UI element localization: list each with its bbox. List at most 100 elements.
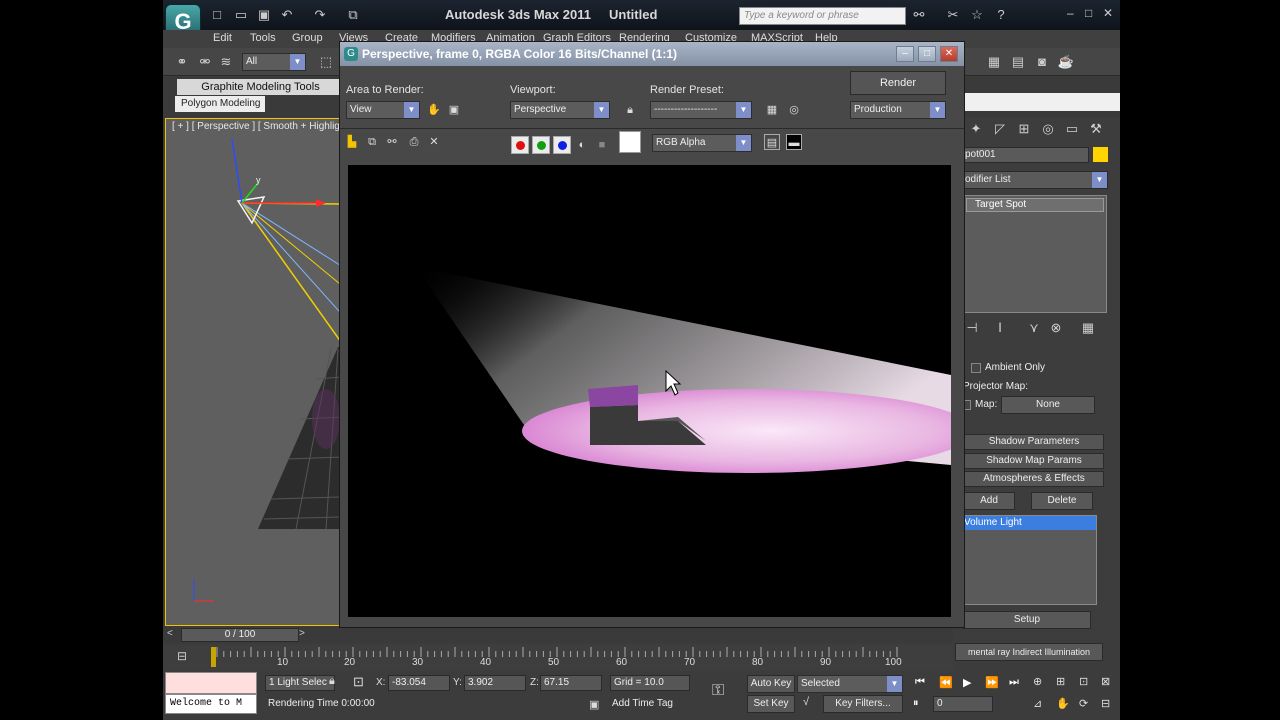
new-icon[interactable]: □ (209, 7, 225, 23)
z-coordinate[interactable]: 67.15 (540, 675, 602, 691)
previous-frame-icon[interactable]: ⏪ (939, 676, 953, 689)
environment-effects-icon[interactable]: ◎ (786, 102, 802, 118)
toggle-ui-icon[interactable]: ▬ (786, 134, 802, 150)
save-image-icon[interactable]: ▙ (344, 134, 360, 150)
perspective-viewport[interactable]: [ + ] [ Perspective ] [ Smooth + Highlig… (165, 118, 341, 626)
project-icon[interactable]: ⧉ (345, 7, 361, 23)
open-icon[interactable]: ▭ (233, 7, 249, 23)
current-frame-field[interactable]: 0 (933, 696, 993, 712)
unlink-icon[interactable]: ⚮ (196, 53, 214, 71)
render-preset-dropdown[interactable]: ------------------- ▼ (650, 101, 752, 119)
filmstrip-icon[interactable]: ⊟ (177, 649, 187, 663)
show-end-result-icon[interactable]: Ⅰ (991, 319, 1009, 337)
utilities-tab-icon[interactable]: ⚒ (1087, 120, 1105, 138)
maximize-icon[interactable]: □ (1085, 6, 1092, 20)
next-frame-icon[interactable]: ⏩ (985, 676, 999, 689)
absolute-mode-icon[interactable]: ⊡ (353, 674, 364, 690)
help-icon[interactable]: ? (993, 7, 1009, 23)
zoom-icon[interactable]: ⊕ (1033, 675, 1042, 688)
lock-viewport-icon[interactable]: 🔒︎ (622, 102, 638, 118)
orbit-icon[interactable]: ⟳ (1079, 697, 1088, 710)
key-filters-button[interactable]: Key Filters... (823, 695, 903, 713)
render-setup-icon[interactable]: ▦ (985, 53, 1003, 71)
auto-region-icon[interactable]: ▣ (446, 102, 462, 118)
display-channel-dropdown[interactable]: RGB Alpha ▼ (652, 134, 752, 152)
next-frame-icon[interactable]: > (299, 628, 305, 639)
render-maximize-icon[interactable]: □ (918, 46, 936, 62)
copy-image-icon[interactable]: ⧉ (364, 134, 380, 150)
play-icon[interactable]: ▶ (963, 676, 971, 689)
zoom-extents-icon[interactable]: ⊡ (1079, 675, 1088, 688)
render-button[interactable]: Render (850, 71, 946, 95)
stack-item-target-spot[interactable]: Target Spot (966, 198, 1104, 212)
clear-icon[interactable]: ✕ (426, 134, 442, 150)
close-icon[interactable]: ✕ (1103, 6, 1113, 20)
render-setup-icon[interactable]: ▦ (764, 102, 780, 118)
time-slider-thumb[interactable]: 0 / 100 (181, 628, 299, 642)
time-tag-icon[interactable]: ▣ (589, 698, 599, 711)
remove-modifier-icon[interactable]: ⊗ (1047, 319, 1065, 337)
maxscript-listener-pink[interactable] (165, 672, 257, 694)
monochrome-icon[interactable]: ■ (594, 137, 610, 153)
link-icon[interactable]: ⚭ (173, 53, 191, 71)
add-button[interactable]: Add (963, 492, 1015, 510)
key-selection-dropdown[interactable]: Selected ▼ (797, 675, 903, 693)
maximize-viewport-icon[interactable]: ⊟ (1101, 697, 1110, 710)
redo-icon[interactable]: ↷ (312, 7, 328, 23)
key-icon[interactable]: ⚿ (712, 682, 724, 700)
maxscript-listener-white[interactable]: Welcome to M (165, 694, 257, 714)
render-close-icon[interactable]: ✕ (940, 46, 958, 62)
tools-icon[interactable]: ✂ (945, 7, 961, 23)
modifier-list-dropdown[interactable]: odifier List ▼ (961, 171, 1108, 189)
edit-region-icon[interactable]: ✋ (426, 102, 442, 118)
search-input[interactable]: Type a keyword or phrase (739, 7, 906, 25)
create-tab-icon[interactable]: ✦ (967, 120, 985, 138)
menu-edit[interactable]: Edit (213, 32, 232, 44)
list-item-volume-light[interactable]: Volume Light (962, 516, 1096, 530)
rollout-atmospheres-effects[interactable]: Atmospheres & Effects (964, 471, 1104, 487)
object-name-field[interactable]: pot001 (961, 147, 1089, 163)
time-slider[interactable]: < 0 / 100 > (163, 627, 953, 643)
lock-icon[interactable]: 🔒︎ (329, 675, 335, 688)
red-channel-toggle[interactable] (511, 136, 529, 154)
delete-button[interactable]: Delete (1031, 492, 1093, 510)
object-color-swatch[interactable] (1093, 147, 1108, 162)
key-mode-toggle-icon[interactable]: ⏸ (913, 697, 919, 710)
rollout-shadow-map-params[interactable]: Shadow Map Params (964, 453, 1104, 469)
set-key-button[interactable]: Set Key (747, 695, 795, 713)
undo-icon[interactable]: ↶ (279, 7, 295, 23)
go-to-start-icon[interactable]: ⏮ (915, 676, 925, 689)
print-image-icon[interactable]: ⎙ (406, 134, 422, 150)
render-production-icon[interactable]: ◙ (1033, 53, 1051, 71)
track-bar[interactable]: ⊟ 10 20 30 40 50 60 70 80 90 100 (163, 645, 953, 671)
add-time-tag[interactable]: Add Time Tag (609, 697, 689, 713)
y-coordinate[interactable]: 3.902 (464, 675, 526, 691)
viewport-dropdown[interactable]: Perspective ▼ (510, 101, 610, 119)
green-channel-toggle[interactable] (532, 136, 550, 154)
blue-channel-toggle[interactable] (553, 136, 571, 154)
bind-spacewarp-icon[interactable]: ≋ (217, 53, 235, 71)
clone-frame-icon[interactable]: ⚯ (384, 134, 400, 150)
select-object-icon[interactable]: ⬚ (317, 53, 335, 71)
star-icon[interactable]: ☆ (969, 7, 985, 23)
setup-button[interactable]: Setup (963, 611, 1091, 629)
color-swatch[interactable] (619, 131, 641, 153)
make-unique-icon[interactable]: ⋎ (1025, 319, 1043, 337)
area-to-render-dropdown[interactable]: View ▼ (346, 101, 420, 119)
pan-icon[interactable]: ✋ (1056, 697, 1070, 710)
prev-frame-icon[interactable]: < (167, 628, 173, 639)
field-of-view-icon[interactable]: ⊿ (1033, 697, 1042, 710)
tab-graphite-modeling-tools[interactable]: Graphite Modeling Tools (177, 79, 344, 95)
selection-filter-dropdown[interactable]: All ▼ (242, 53, 306, 71)
display-tab-icon[interactable]: ▭ (1063, 120, 1081, 138)
go-to-end-icon[interactable]: ⏭ (1009, 676, 1019, 689)
alpha-channel-icon[interactable]: ◐ (574, 137, 590, 153)
rollout-shadow-parameters[interactable]: Shadow Parameters (964, 434, 1104, 450)
rendered-image[interactable] (348, 165, 951, 617)
render-mode-dropdown[interactable]: Production ▼ (850, 101, 946, 119)
key-mode-icon[interactable]: √ (803, 696, 809, 708)
map-none-button[interactable]: None (1001, 396, 1095, 414)
hierarchy-tab-icon[interactable]: ⊞ (1015, 120, 1033, 138)
ambient-only-checkbox[interactable] (971, 363, 981, 373)
motion-tab-icon[interactable]: ◎ (1039, 120, 1057, 138)
